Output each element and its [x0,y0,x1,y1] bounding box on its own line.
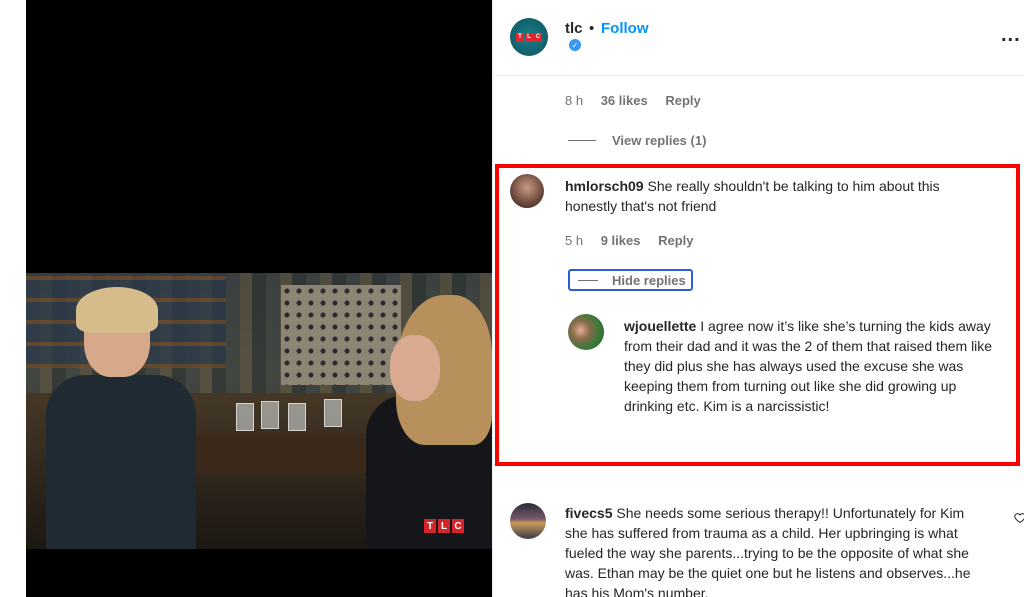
video-person-right [356,295,492,549]
post-header: TLC tlc • Follow ✓ ... [493,0,1024,76]
reply-avatar[interactable] [568,314,604,350]
comment-time: 5 h [565,233,584,248]
commenter-avatar[interactable] [510,174,544,208]
account-avatar[interactable]: TLC [510,18,548,56]
view-replies-button[interactable]: View replies (1) [568,133,706,148]
divider-line [568,140,596,141]
reply-username[interactable]: wjouellette [624,318,696,334]
video-glass [236,403,254,431]
comment-username[interactable]: hmlorsch09 [565,178,644,194]
comment-meta: 8 h 36 likes Reply [565,93,715,108]
view-replies-label: View replies (1) [612,133,707,148]
like-heart-icon[interactable] [1014,512,1024,524]
comment-body: hmlorsch09 She really shouldn't be talki… [565,176,985,216]
more-options-icon[interactable]: ... [1001,24,1021,47]
comment-time: 8 h [565,93,584,108]
hide-replies-button[interactable]: Hide replies [578,273,686,288]
video-glass [324,399,342,427]
video-glass [261,401,279,429]
header-separator: • [589,20,595,37]
comment-meta: 5 h 9 likes Reply [565,233,708,248]
comment-text: She needs some serious therapy!! Unfortu… [565,505,971,597]
comment-likes[interactable]: 36 likes [601,93,648,108]
reply-meta-clipped [620,455,750,463]
video-glass [288,403,306,431]
account-username[interactable]: tlc [565,20,583,37]
reply-body: wjouellette I agree now it’s like she’s … [624,316,1004,416]
tlc-watermark-logo: TLC [424,519,464,533]
comment-body: fivecs5 She needs some serious therapy!!… [565,503,990,597]
commenter-avatar[interactable] [510,503,546,539]
reply-button[interactable]: Reply [658,233,693,248]
comment-username[interactable]: fivecs5 [565,505,612,521]
reply-button[interactable]: Reply [665,93,700,108]
comment-likes[interactable]: 9 likes [601,233,641,248]
verified-badge-icon: ✓ [569,39,581,51]
follow-button[interactable]: Follow [601,20,649,37]
video-table [166,433,376,473]
post-video[interactable]: TLC [26,273,492,549]
hide-replies-label: Hide replies [612,273,686,288]
video-person-left [46,287,196,549]
divider-line [578,280,598,281]
